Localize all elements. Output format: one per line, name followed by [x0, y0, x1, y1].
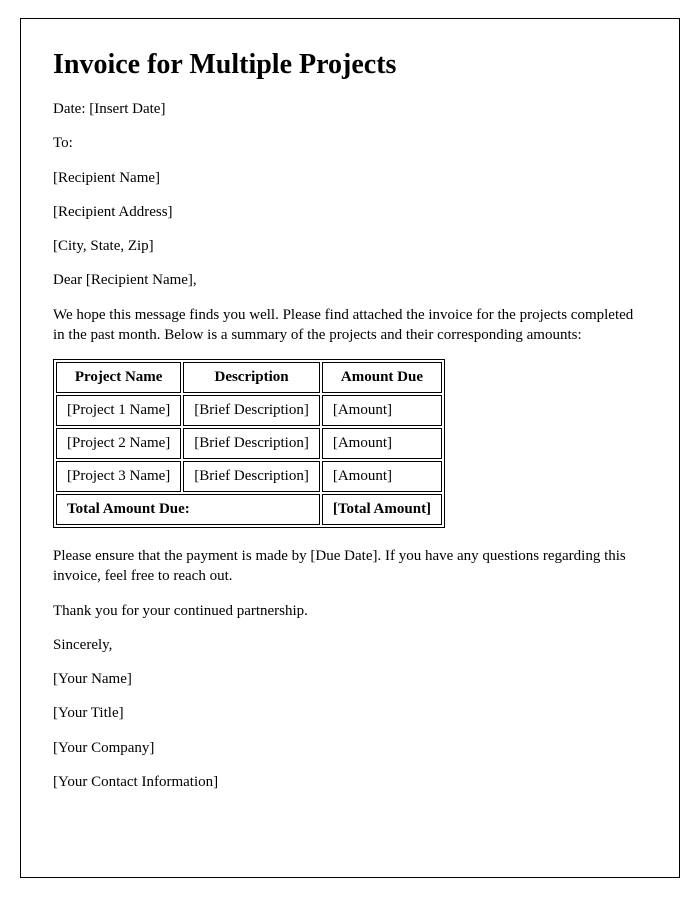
salutation: Dear [Recipient Name], [53, 270, 647, 290]
cell-project-name: [Project 2 Name] [56, 428, 181, 459]
cell-description: [Brief Description] [183, 395, 320, 426]
table-header-row: Project Name Description Amount Due [56, 362, 442, 393]
page-title: Invoice for Multiple Projects [53, 49, 647, 81]
recipient-address: [Recipient Address] [53, 202, 647, 222]
cell-description: [Brief Description] [183, 461, 320, 492]
cell-project-name: [Project 3 Name] [56, 461, 181, 492]
projects-table: Project Name Description Amount Due [Pro… [53, 359, 445, 528]
intro-paragraph: We hope this message finds you well. Ple… [53, 305, 647, 346]
payment-paragraph: Please ensure that the payment is made b… [53, 546, 647, 587]
to-label: To: [53, 133, 647, 153]
cell-project-name: [Project 1 Name] [56, 395, 181, 426]
total-row: Total Amount Due: [Total Amount] [56, 494, 442, 525]
recipient-city-state-zip: [City, State, Zip] [53, 236, 647, 256]
thank-you: Thank you for your continued partnership… [53, 601, 647, 621]
cell-amount: [Amount] [322, 461, 442, 492]
sender-title: [Your Title] [53, 703, 647, 723]
total-amount: [Total Amount] [322, 494, 442, 525]
signoff: Sincerely, [53, 635, 647, 655]
col-description: Description [183, 362, 320, 393]
sender-contact: [Your Contact Information] [53, 772, 647, 792]
recipient-name: [Recipient Name] [53, 168, 647, 188]
cell-description: [Brief Description] [183, 428, 320, 459]
col-project-name: Project Name [56, 362, 181, 393]
table-row: [Project 2 Name] [Brief Description] [Am… [56, 428, 442, 459]
sender-name: [Your Name] [53, 669, 647, 689]
table-row: [Project 3 Name] [Brief Description] [Am… [56, 461, 442, 492]
col-amount-due: Amount Due [322, 362, 442, 393]
cell-amount: [Amount] [322, 395, 442, 426]
invoice-page: Invoice for Multiple Projects Date: [Ins… [20, 18, 680, 878]
cell-amount: [Amount] [322, 428, 442, 459]
date-line: Date: [Insert Date] [53, 99, 647, 119]
sender-company: [Your Company] [53, 738, 647, 758]
total-label: Total Amount Due: [56, 494, 320, 525]
table-row: [Project 1 Name] [Brief Description] [Am… [56, 395, 442, 426]
